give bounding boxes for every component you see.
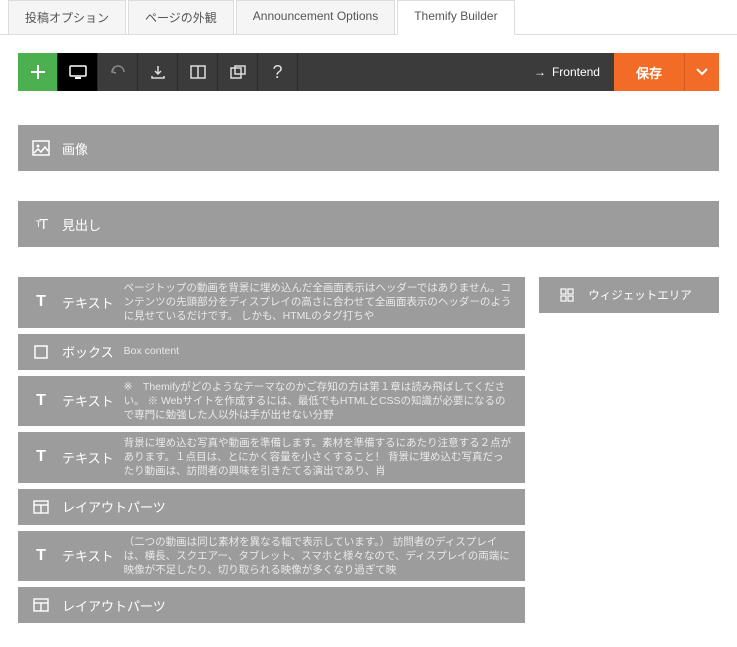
desktop-view-button[interactable] (58, 53, 98, 91)
builder-column-main: T テキスト ページトップの動画を背景に埋め込んだ全画面表示はヘッダーではありま… (18, 277, 525, 629)
builder-panel: ? → Frontend 保存 画像 TT 見出し (0, 35, 737, 647)
page-tabs: 投稿オプション ページの外観 Announcement Options Them… (0, 0, 737, 35)
layout-icon (30, 500, 52, 514)
image-icon (30, 140, 52, 156)
tab-announcement-options[interactable]: Announcement Options (236, 0, 395, 34)
module-text[interactable]: T テキスト 背景に埋め込む写真や動画を準備します。素材を準備するにあたり注意す… (18, 432, 525, 483)
module-layout-part[interactable]: レイアウトパーツ (18, 489, 525, 525)
module-label: 見出し (62, 215, 101, 234)
grid-icon (556, 288, 578, 302)
tab-themify-builder[interactable]: Themify Builder (397, 0, 514, 35)
tab-page-appearance[interactable]: ページの外観 (128, 0, 234, 34)
text-icon: T (30, 448, 52, 466)
module-label: テキスト (62, 391, 114, 410)
module-layout-part[interactable]: レイアウトパーツ (18, 587, 525, 623)
heading-icon: TT (30, 216, 52, 233)
help-button[interactable]: ? (258, 53, 298, 91)
module-label: テキスト (62, 293, 114, 312)
module-label: 画像 (62, 139, 88, 158)
module-box[interactable]: ボックス Box content (18, 334, 525, 370)
module-label: ウィジェットエリア (588, 287, 692, 303)
add-button[interactable] (18, 53, 58, 91)
frontend-link[interactable]: → Frontend (520, 65, 614, 79)
text-icon: T (30, 293, 52, 311)
builder-column-side: ウィジェットエリア (539, 277, 719, 319)
module-label: レイアウトパーツ (62, 596, 166, 615)
module-preview: ページトップの動画を背景に埋め込んだ全画面表示はヘッダーではありません。コンテン… (124, 281, 513, 324)
undo-button[interactable] (98, 53, 138, 91)
box-icon (30, 345, 52, 359)
layout-button[interactable] (178, 53, 218, 91)
module-label: レイアウトパーツ (62, 497, 166, 516)
duplicate-button[interactable] (218, 53, 258, 91)
builder-toolbar: ? → Frontend 保存 (18, 53, 719, 91)
module-preview: ※ Themifyがどのようなテーマなのかご存知の方は第１章は読み飛ばしてくださ… (124, 380, 513, 423)
module-label: テキスト (62, 546, 114, 565)
builder-row: T テキスト ページトップの動画を背景に埋め込んだ全画面表示はヘッダーではありま… (18, 277, 719, 629)
module-text[interactable]: T テキスト ※ Themifyがどのようなテーマなのかご存知の方は第１章は読み… (18, 376, 525, 427)
import-button[interactable] (138, 53, 178, 91)
module-preview: Box content (124, 344, 513, 358)
arrow-right-icon: → (534, 65, 546, 79)
module-label: テキスト (62, 448, 114, 467)
module-widget-area[interactable]: ウィジェットエリア (539, 277, 719, 313)
module-text[interactable]: T テキスト ページトップの動画を背景に埋め込んだ全画面表示はヘッダーではありま… (18, 277, 525, 328)
frontend-label: Frontend (552, 65, 600, 79)
module-image[interactable]: 画像 (18, 125, 719, 171)
save-dropdown-button[interactable] (685, 53, 719, 91)
module-preview: 背景に埋め込む写真や動画を準備します。素材を準備するにあたり注意する２点がありま… (124, 436, 513, 479)
layout-icon (30, 598, 52, 612)
builder-canvas: 画像 TT 見出し T テキスト ページトップの動画を背景に埋め込んだ全画面表示… (18, 125, 719, 629)
module-preview: （二つの動画は同じ素材を異なる幅で表示しています。） 訪問者のディスプレイは、横… (124, 535, 513, 578)
module-label: ボックス (62, 342, 114, 361)
module-heading[interactable]: TT 見出し (18, 201, 719, 247)
text-icon: T (30, 392, 52, 410)
save-button[interactable]: 保存 (614, 53, 685, 91)
text-icon: T (30, 547, 52, 565)
module-text[interactable]: T テキスト （二つの動画は同じ素材を異なる幅で表示しています。） 訪問者のディ… (18, 531, 525, 582)
tab-post-options[interactable]: 投稿オプション (8, 0, 126, 34)
